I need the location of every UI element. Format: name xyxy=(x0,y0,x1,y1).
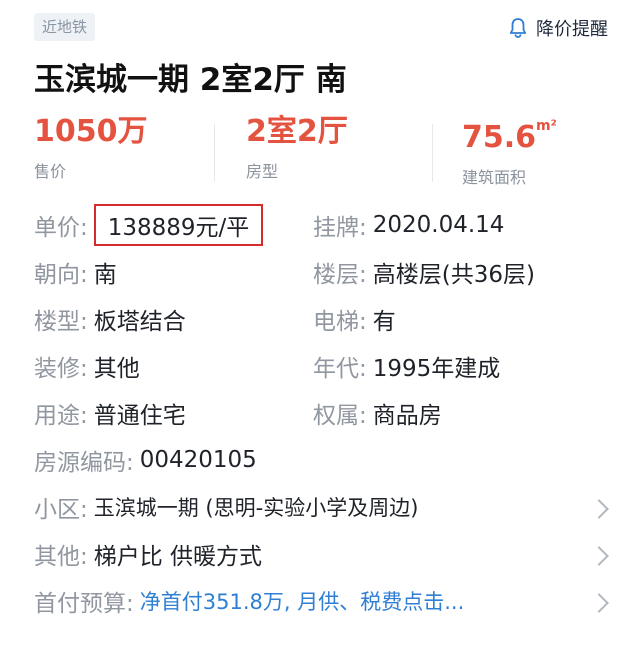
down-payment-row[interactable]: 首付预算: 净首付351.8万, 月供、税费点击... xyxy=(34,581,574,621)
price-label: 售价 xyxy=(34,162,67,181)
detail-value: 板塔结合 xyxy=(93,309,186,335)
detail-key: 房源编码: xyxy=(34,450,134,476)
detail-value: 有 xyxy=(372,309,396,335)
detail-key: 楼层: xyxy=(313,262,367,288)
detail-key: 装修: xyxy=(34,356,88,382)
down-payment-link[interactable]: 净首付351.8万, 月供、税费点击... xyxy=(140,586,465,616)
detail-key: 首付预算: xyxy=(34,591,134,617)
stat-divider xyxy=(432,124,433,182)
detail-decoration: 装修: 其他 xyxy=(34,346,140,386)
other-value: 梯户比 供暖方式 xyxy=(93,544,263,570)
layout-label: 房型 xyxy=(246,162,279,181)
detail-value: 高楼层(共36层) xyxy=(372,262,535,288)
detail-usage: 用途: 普通住宅 xyxy=(34,393,186,433)
price-stat: 1050万 售价 xyxy=(34,112,148,188)
detail-value: 南 xyxy=(93,262,117,288)
detail-value: 商品房 xyxy=(372,403,442,429)
layout-stat: 2室2厅 房型 xyxy=(246,112,348,188)
detail-key: 小区: xyxy=(34,497,88,523)
detail-value: 00420105 xyxy=(139,447,257,473)
other-row[interactable]: 其他: 梯户比 供暖方式 xyxy=(34,534,574,574)
chevron-right-icon[interactable] xyxy=(589,546,609,566)
detail-elevator: 电梯: 有 xyxy=(313,299,396,339)
detail-key: 朝向: xyxy=(34,262,88,288)
detail-year: 年代: 1995年建成 xyxy=(313,346,500,386)
community-value: 玉滨城一期 (思明-实验小学及周边) xyxy=(93,496,419,520)
detail-floor: 楼层: 高楼层(共36层) xyxy=(313,252,535,292)
detail-listed: 挂牌: 2020.04.14 xyxy=(313,205,504,245)
detail-value: 普通住宅 xyxy=(93,403,186,429)
detail-ownership: 权属: 商品房 xyxy=(313,393,442,433)
price-drop-alert-button[interactable]: 降价提醒 xyxy=(506,14,608,42)
detail-key: 楼型: xyxy=(34,309,88,335)
chevron-right-icon[interactable] xyxy=(589,593,609,613)
community-row[interactable]: 小区: 玉滨城一期 (思明-实验小学及周边) xyxy=(34,487,574,527)
detail-key: 单价: xyxy=(34,215,88,241)
detail-key: 用途: xyxy=(34,403,88,429)
area-stat: 75.6m² 建筑面积 xyxy=(462,112,557,188)
unit-price-value: 138889元/平 xyxy=(93,204,264,246)
detail-key: 电梯: xyxy=(313,309,367,335)
detail-value: 其他 xyxy=(93,356,140,382)
price-value: 1050万 xyxy=(34,114,148,149)
key-stats: 1050万 售价 2室2厅 房型 75.6m² 建筑面积 xyxy=(34,112,614,188)
near-metro-tag: 近地铁 xyxy=(34,13,96,41)
area-label: 建筑面积 xyxy=(462,168,527,187)
detail-value: 1995年建成 xyxy=(372,356,501,382)
detail-orientation: 朝向: 南 xyxy=(34,252,117,292)
detail-key: 其他: xyxy=(34,544,88,570)
detail-key: 权属: xyxy=(313,403,367,429)
area-unit: m² xyxy=(536,118,557,134)
detail-key: 挂牌: xyxy=(313,215,367,241)
stat-divider xyxy=(214,124,215,182)
chevron-right-icon[interactable] xyxy=(589,499,609,519)
listing-title: 玉滨城一期 2室2厅 南 xyxy=(34,62,347,98)
detail-building-type: 楼型: 板塔结合 xyxy=(34,299,186,339)
area-value: 75.6m² xyxy=(462,118,557,155)
layout-value: 2室2厅 xyxy=(246,114,348,149)
detail-value: 2020.04.14 xyxy=(372,212,505,238)
price-drop-alert-label: 降价提醒 xyxy=(536,19,608,40)
bell-icon xyxy=(509,18,527,38)
detail-listing-code: 房源编码: 00420105 xyxy=(34,440,257,480)
detail-key: 年代: xyxy=(313,356,367,382)
detail-unit-price: 单价: 138889元/平 xyxy=(34,204,264,246)
